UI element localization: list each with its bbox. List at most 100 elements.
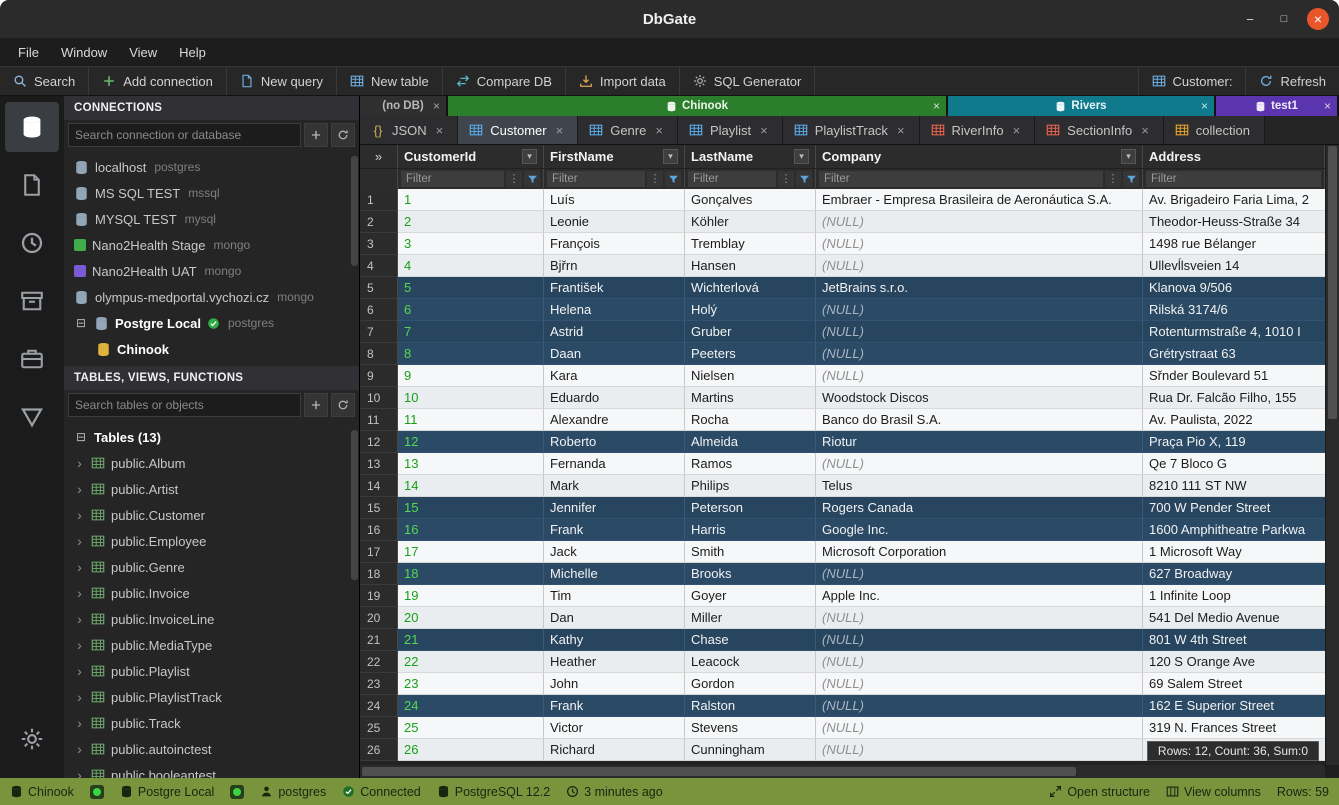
status-view-columns[interactable]: View columns [1166,785,1261,799]
cell-lastname[interactable]: Harris [685,519,816,541]
cell-firstname[interactable]: Daan [544,343,685,365]
table-row[interactable]: 55FrantišekWichterlováJetBrains s.r.o.Kl… [360,277,1325,299]
cell-address[interactable]: Rua Dr. Falcão Filho, 155 [1143,387,1325,409]
status-indicator[interactable] [90,785,104,799]
cell-lastname[interactable]: Peterson [685,497,816,519]
cell-customerid[interactable]: 5 [398,277,544,299]
rail-archive-button[interactable] [5,276,59,326]
cell-address[interactable]: 700 W Pender Street [1143,497,1325,519]
toolbar-new-table[interactable]: New table [337,67,443,95]
filter-menu-button[interactable]: ⋮ [647,171,663,187]
cell-lastname[interactable]: Wichterlová [685,277,816,299]
column-header-firstname[interactable]: FirstName▾ [544,145,685,168]
cell-company[interactable]: Microsoft Corporation [816,541,1143,563]
cell-firstname[interactable]: Dan [544,607,685,629]
toolbar-new-query[interactable]: New query [227,67,337,95]
row-number[interactable]: 4 [360,255,398,277]
cell-customerid[interactable]: 14 [398,475,544,497]
close-icon[interactable]: × [760,124,768,137]
close-icon[interactable]: × [1201,100,1208,112]
cell-address[interactable]: Ullevĺlsveien 14 [1143,255,1325,277]
db-tab-rivers[interactable]: Rivers× [948,96,1216,116]
file-tab-json[interactable]: {}JSON× [360,116,458,144]
row-number[interactable]: 17 [360,541,398,563]
column-header-address[interactable]: Address [1143,145,1325,168]
cell-company[interactable]: Google Inc. [816,519,1143,541]
connection-postgre-local[interactable]: ⊟Postgre Localpostgres [64,310,359,336]
close-icon[interactable]: × [897,124,905,137]
connections-search-input[interactable] [68,123,301,147]
row-number[interactable]: 5 [360,277,398,299]
status-postgre-local[interactable]: Postgre Local [120,785,214,799]
connection-nano2health-stage[interactable]: Nano2Health Stagemongo [64,232,359,258]
cell-address[interactable]: 319 N. Frances Street [1143,717,1325,739]
close-icon[interactable]: × [933,100,940,112]
cell-lastname[interactable]: Peeters [685,343,816,365]
cell-company[interactable]: (NULL) [816,233,1143,255]
cell-company[interactable]: Rogers Canada [816,497,1143,519]
row-number[interactable]: 23 [360,673,398,695]
cell-lastname[interactable]: Rocha [685,409,816,431]
cell-firstname[interactable]: John [544,673,685,695]
cell-company[interactable]: Banco do Brasil S.A. [816,409,1143,431]
cell-firstname[interactable]: Frank [544,695,685,717]
cell-lastname[interactable]: Brooks [685,563,816,585]
table-row[interactable]: 11LuísGonçalvesEmbraer - Empresa Brasile… [360,189,1325,211]
rail-connections-button[interactable] [5,102,59,152]
toolbar-compare-db[interactable]: Compare DB [443,67,566,95]
connection-ms-sql-test[interactable]: MS SQL TESTmssql [64,180,359,206]
filter-funnel-button[interactable] [524,171,540,187]
cell-customerid[interactable]: 23 [398,673,544,695]
table-public-employee[interactable]: ›public.Employee [64,528,359,554]
cell-address[interactable]: Rotenturmstraße 4, 1010 I [1143,321,1325,343]
cell-company[interactable]: (NULL) [816,717,1143,739]
minimize-button[interactable]: − [1239,8,1261,30]
table-public-invoice[interactable]: ›public.Invoice [64,580,359,606]
cell-company[interactable]: (NULL) [816,673,1143,695]
cell-lastname[interactable]: Gonçalves [685,189,816,211]
cell-company[interactable]: (NULL) [816,695,1143,717]
horizontal-scrollbar[interactable] [360,765,1325,778]
row-number[interactable]: 13 [360,453,398,475]
status-3-minutes-ago[interactable]: 3 minutes ago [566,785,663,799]
cell-company[interactable]: (NULL) [816,343,1143,365]
menu-view[interactable]: View [119,42,167,63]
db-tab-chinook[interactable]: Chinook× [448,96,948,116]
table-public-playlist[interactable]: ›public.Playlist [64,658,359,684]
cell-customerid[interactable]: 2 [398,211,544,233]
row-number[interactable]: 20 [360,607,398,629]
table-row[interactable]: 99KaraNielsen(NULL)Sřnder Boulevard 51 [360,365,1325,387]
cell-address[interactable]: 1 Microsoft Way [1143,541,1325,563]
row-number[interactable]: 8 [360,343,398,365]
cell-lastname[interactable]: Köhler [685,211,816,233]
table-row[interactable]: 2020DanMiller(NULL)541 Del Medio Avenue [360,607,1325,629]
close-icon[interactable]: × [1324,100,1331,112]
table-row[interactable]: 44BjřrnHansen(NULL)Ullevĺlsveien 14 [360,255,1325,277]
cell-company[interactable]: (NULL) [816,453,1143,475]
cell-lastname[interactable]: Holý [685,299,816,321]
cell-lastname[interactable]: Gordon [685,673,816,695]
cell-customerid[interactable]: 6 [398,299,544,321]
table-row[interactable]: 2222HeatherLeacock(NULL)120 S Orange Ave [360,651,1325,673]
cell-company[interactable]: Apple Inc. [816,585,1143,607]
table-public-artist[interactable]: ›public.Artist [64,476,359,502]
filter-input-company[interactable] [819,171,1103,187]
table-row[interactable]: 2323JohnGordon(NULL)69 Salem Street [360,673,1325,695]
close-icon[interactable]: × [1141,124,1149,137]
table-public-invoiceline[interactable]: ›public.InvoiceLine [64,606,359,632]
row-number[interactable]: 25 [360,717,398,739]
filter-input-customerid[interactable] [401,171,504,187]
filter-menu-button[interactable]: ⋮ [506,171,522,187]
connections-scrollbar-thumb[interactable] [351,156,358,266]
table-public-album[interactable]: ›public.Album [64,450,359,476]
cell-firstname[interactable]: Alexandre [544,409,685,431]
db-tab-no-db[interactable]: (no DB)× [360,96,448,116]
row-number[interactable]: 26 [360,739,398,761]
cell-company[interactable]: (NULL) [816,365,1143,387]
cell-firstname[interactable]: Heather [544,651,685,673]
toolbar-sql-generator[interactable]: SQL Generator [680,67,816,95]
connections-add-button[interactable] [304,123,328,147]
toolbar-add-connection[interactable]: Add connection [89,67,227,95]
column-menu-button[interactable]: ▾ [794,149,809,164]
table-row[interactable]: 1212RobertoAlmeidaRioturPraça Pio X, 119 [360,431,1325,453]
